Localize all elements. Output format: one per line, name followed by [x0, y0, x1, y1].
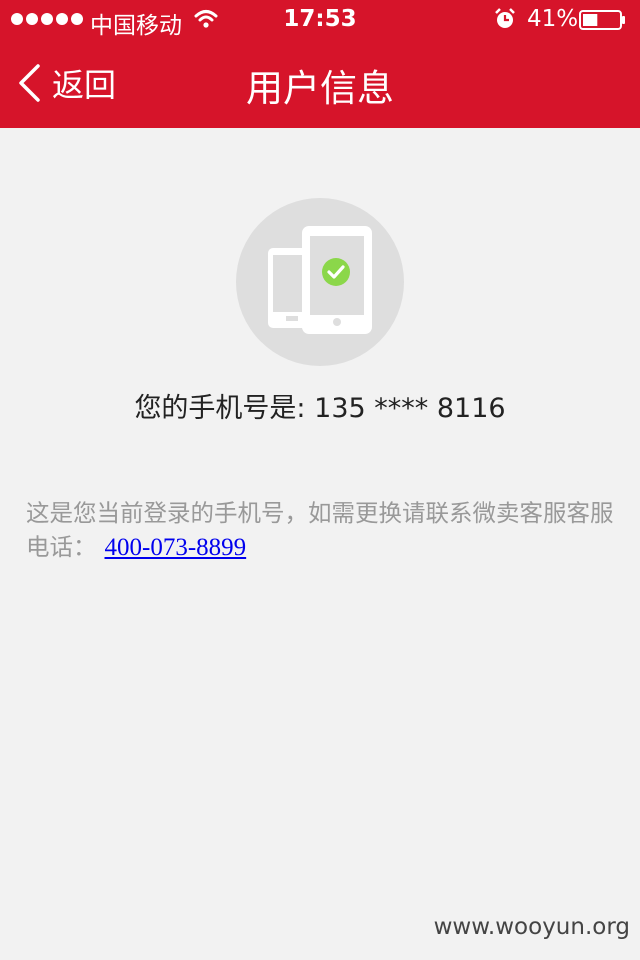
watermark: www.wooyun.org	[433, 914, 630, 940]
phone-number-line: 您的手机号是: 135 **** 8116	[0, 386, 640, 425]
phone-verified-icon	[236, 198, 404, 366]
header: 中国移动 17:53 41% 返回 用户信息	[0, 0, 640, 128]
phone-label: 您的手机号是:	[134, 393, 306, 424]
page-title: 用户信息	[246, 67, 394, 110]
status-bar: 中国移动 17:53 41%	[0, 0, 640, 40]
battery-percent: 41%	[527, 6, 579, 32]
battery-icon	[579, 10, 625, 30]
phone-number: 135 **** 8116	[314, 393, 506, 424]
alarm-icon	[495, 8, 515, 28]
change-phone-notice: 这是您当前登录的手机号，如需更换请联系微卖客服客服电话： 400-073-8899	[26, 496, 630, 565]
hotline-link[interactable]: 400-073-8899	[105, 534, 247, 561]
